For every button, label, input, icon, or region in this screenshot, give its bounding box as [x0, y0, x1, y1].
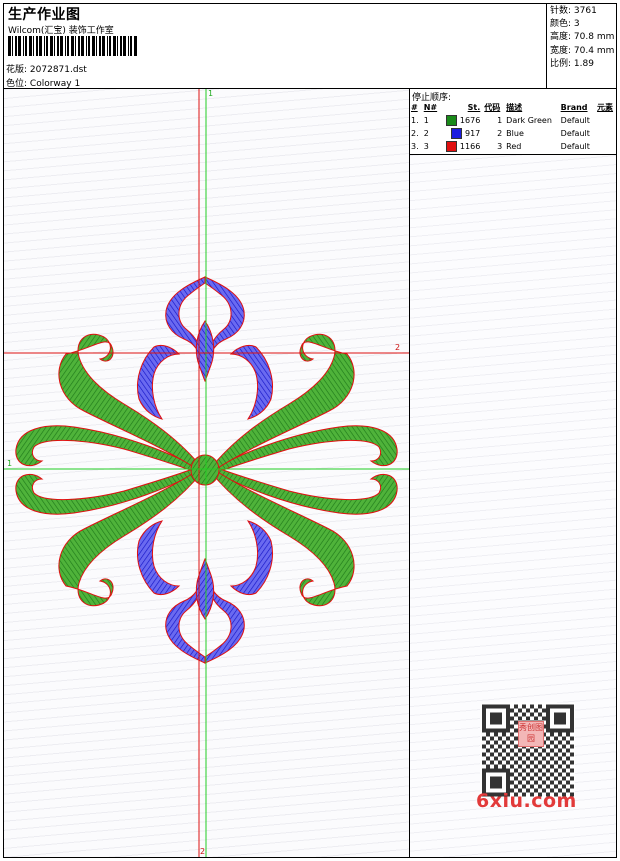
color-swatch: [451, 128, 463, 139]
watermark-text: 6xiu.com: [476, 790, 577, 812]
axis-label-bottom: 2: [200, 847, 206, 856]
green-scroll: [15, 333, 204, 476]
embroidery-design: [4, 89, 409, 857]
stat-stitches: 针数: 3761: [550, 6, 597, 16]
stop-sequence-table: # N# St. 代码 描述 Brand 元素 1. 1 1676 1 Dark…: [409, 101, 617, 153]
axis-label-top: 1: [208, 89, 214, 98]
stat-colors: 颜色: 3: [550, 19, 580, 30]
design-preview: 1 2 1 2: [4, 89, 409, 857]
stat-width: 宽度: 70.4 mm: [550, 45, 615, 56]
col-st: St.: [467, 103, 481, 112]
axis-label-left: 1: [7, 459, 13, 468]
stat-scale: 比例: 1.89: [550, 58, 594, 69]
center-knot: [190, 454, 220, 486]
blue-motif: [136, 520, 274, 664]
company-name: Wilcom(汇宝) 装饰工作室: [8, 26, 114, 36]
col-element: 元素: [597, 103, 614, 112]
colorway-info: 色位: Colorway 1: [6, 76, 80, 89]
barcode: [8, 36, 137, 56]
watermark-seal: 秀创图园: [518, 721, 544, 747]
green-scroll: [15, 464, 204, 607]
colorway-name: Colorway 1: [29, 79, 81, 89]
col-code: 代码: [484, 103, 501, 112]
color-swatch: [446, 141, 458, 152]
colorway-label: 色位:: [6, 79, 28, 89]
design-stats: 针数: 3761 颜色: 3 高度: 70.8 mm 宽度: 70.4 mm 比…: [550, 5, 614, 71]
page-title: 生产作业图: [8, 7, 81, 23]
table-row: 3. 3 1166 3 Red Default: [411, 141, 590, 152]
stats-divider: [546, 3, 547, 88]
col-brand: Brand: [560, 103, 588, 112]
stat-height: 高度: 70.8 mm: [550, 32, 615, 43]
table-header-row: # N# St. 代码 描述 Brand 元素: [409, 101, 617, 114]
axis-label-right: 2: [395, 343, 401, 352]
blue-motif: [137, 276, 273, 420]
col-desc: 描述: [506, 103, 523, 112]
color-swatch: [446, 115, 458, 126]
file-info: 花版: 2072871.dst: [6, 62, 87, 75]
table-row: 2. 2 917 2 Blue Default: [411, 128, 590, 139]
col-index: #: [411, 103, 418, 112]
file-name: 2072871.dst: [29, 65, 87, 75]
file-label: 花版:: [6, 65, 28, 75]
col-n: N#: [423, 103, 438, 112]
table-row: 1. 1 1676 1 Dark Green Default: [411, 115, 590, 126]
